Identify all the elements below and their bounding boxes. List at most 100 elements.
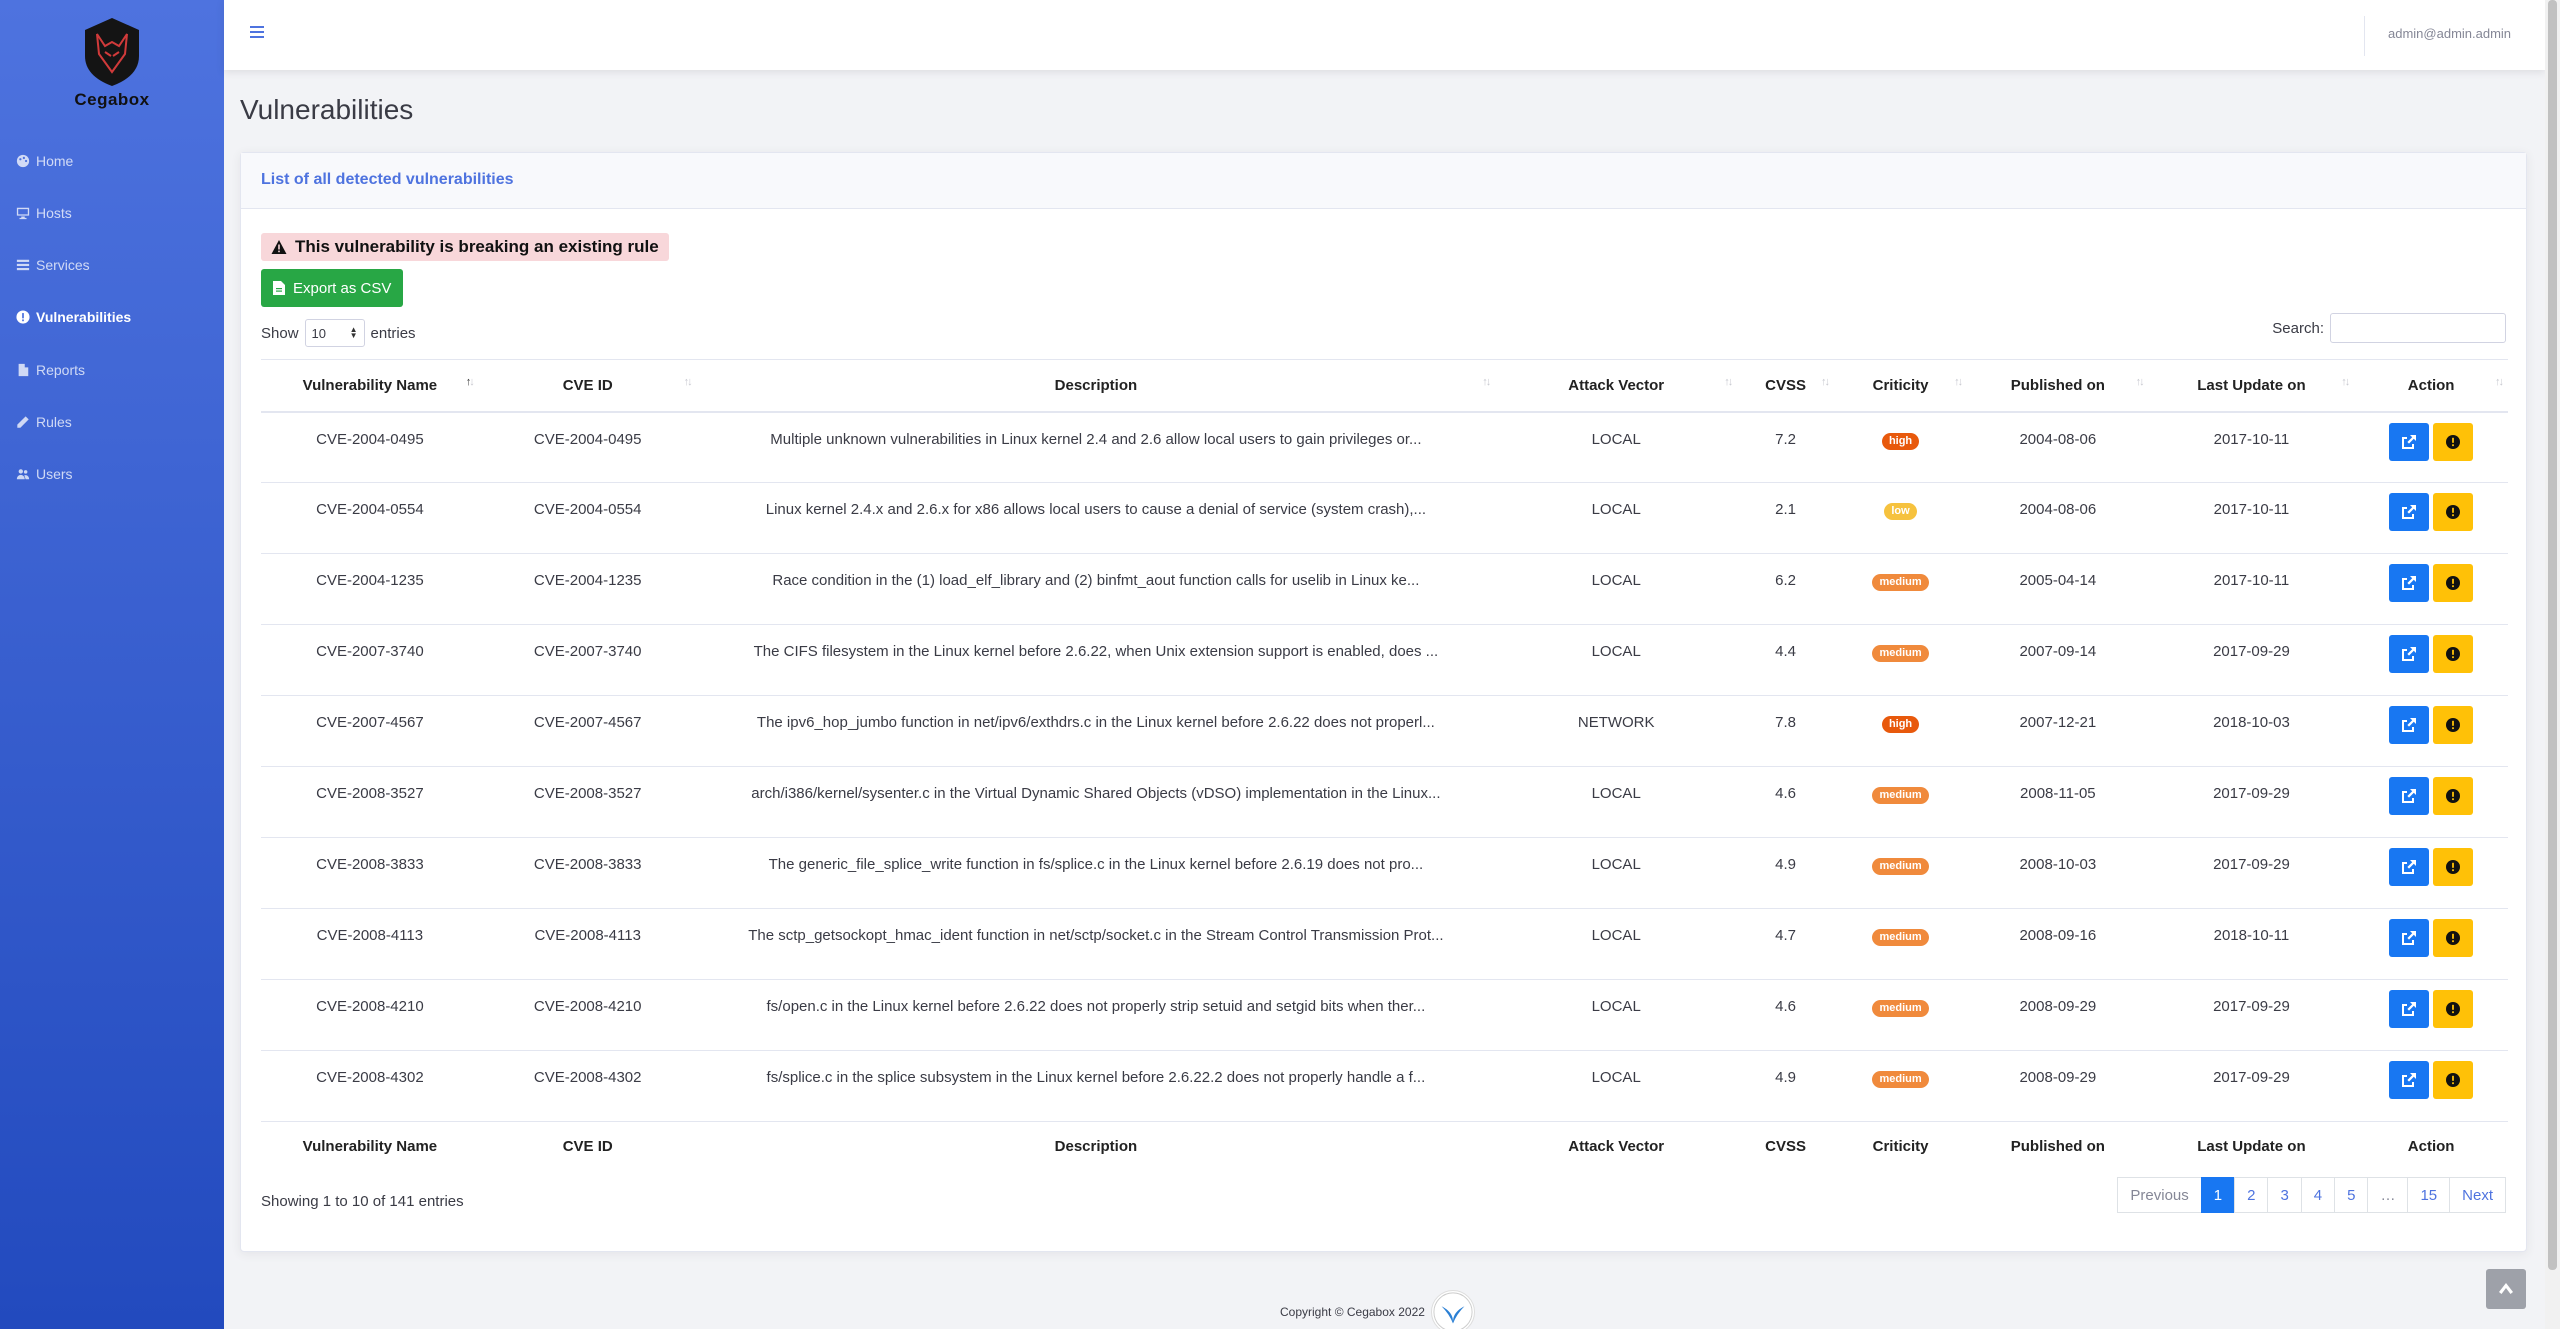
criticity-badge: medium — [1872, 858, 1929, 875]
cell-cve-id: CVE-2004-0554 — [478, 482, 697, 554]
sidebar-item-rules[interactable]: Rules — [16, 410, 72, 434]
cell-cvss: 7.8 — [1737, 695, 1834, 767]
external-link-icon — [2402, 434, 2417, 449]
cell-cvss: 7.2 — [1737, 411, 1834, 483]
cell-description: Multiple unknown vulnerabilities in Linu… — [696, 411, 1496, 483]
table-row: CVE-2007-3740 CVE-2007-3740 The CIFS files… — [261, 624, 2508, 696]
sidebar-item-users[interactable]: Users — [16, 462, 73, 486]
cell-cve-id: CVE-2008-4210 — [478, 979, 697, 1051]
table-row: CVE-2004-0495 CVE-2004-0495 Multiple unkno… — [261, 411, 2508, 483]
rule-alert-button[interactable] — [2433, 848, 2474, 886]
search-input[interactable] — [2330, 313, 2506, 343]
rule-alert-button[interactable] — [2433, 706, 2474, 744]
cell-published: 2008-11-05 — [1967, 766, 2149, 838]
column-header[interactable]: Description ↑↓ — [696, 359, 1496, 413]
criticity-badge: medium — [1872, 574, 1929, 591]
rule-alert-button[interactable] — [2433, 777, 2474, 815]
users-icon — [16, 469, 30, 480]
column-header[interactable]: CVE ID ↑↓ — [478, 359, 697, 413]
cell-description: fs/splice.c in the splice subsystem in t… — [696, 1050, 1496, 1122]
cell-cvss: 4.4 — [1737, 624, 1834, 696]
export-csv-button[interactable]: Export as CSV — [261, 269, 404, 307]
sort-icon: ↑↓ — [1482, 376, 1491, 388]
cell-criticity: high — [1834, 695, 1968, 767]
cell-criticity: low — [1834, 482, 1968, 554]
cell-published: 2004-08-06 — [1967, 411, 2149, 483]
cell-cvss: 4.9 — [1737, 1050, 1834, 1122]
palette-icon — [16, 154, 30, 168]
cell-action — [2354, 553, 2508, 625]
page-button[interactable]: 3 — [2267, 1177, 2302, 1213]
open-link-button[interactable] — [2389, 493, 2430, 531]
sidebar-item-hosts[interactable]: Hosts — [16, 201, 72, 225]
open-link-button[interactable] — [2389, 777, 2430, 815]
cell-vuln-name: CVE-2007-3740 — [261, 624, 479, 696]
cell-attack-vector: NETWORK — [1495, 695, 1738, 767]
page-button[interactable]: 4 — [2300, 1177, 2336, 1213]
open-link-button[interactable] — [2389, 848, 2430, 886]
sidebar-item-reports[interactable]: Reports — [16, 358, 85, 382]
rule-alert-button[interactable] — [2433, 564, 2474, 602]
menu-toggle-icon[interactable] — [250, 26, 264, 40]
scrollbar-thumb[interactable] — [2548, 0, 2557, 1270]
cell-published: 2007-09-14 — [1967, 624, 2149, 696]
brand[interactable]: Cegabox — [0, 16, 224, 110]
column-header[interactable]: Attack Vector ↑↓ — [1495, 359, 1738, 413]
open-link-button[interactable] — [2389, 706, 2430, 744]
page-button[interactable]: 15 — [2407, 1177, 2451, 1213]
cell-criticity: medium — [1834, 1050, 1968, 1122]
sort-icon: ↑↓ — [2341, 376, 2350, 388]
column-header[interactable]: Vulnerability Name ↑↓ — [261, 359, 479, 413]
open-link-button[interactable] — [2389, 919, 2430, 957]
next-page-button[interactable]: Next — [2449, 1177, 2506, 1213]
exclamation-circle-icon — [2446, 718, 2461, 732]
cell-published: 2008-09-29 — [1967, 1050, 2149, 1122]
cell-attack-vector: LOCAL — [1495, 482, 1738, 554]
cell-description: fs/open.c in the Linux kernel before 2.6… — [696, 979, 1496, 1051]
sidebar-item-label: Hosts — [36, 205, 72, 221]
cell-attack-vector: LOCAL — [1495, 624, 1738, 696]
criticity-badge: medium — [1872, 787, 1929, 804]
column-header[interactable]: CVSS ↑↓ — [1737, 359, 1834, 413]
entries-length-control: Show 10 ▲ ▼ entries — [261, 319, 416, 347]
rule-alert-button[interactable] — [2433, 990, 2474, 1028]
cell-vuln-name: CVE-2008-4302 — [261, 1050, 479, 1122]
alert-circle-icon — [16, 310, 30, 324]
cell-published: 2008-09-16 — [1967, 908, 2149, 980]
rule-alert-button[interactable] — [2433, 919, 2474, 957]
page-button[interactable]: 1 — [2200, 1177, 2236, 1213]
cell-action — [2354, 411, 2508, 483]
criticity-badge: medium — [1872, 1071, 1929, 1088]
rule-alert-button[interactable] — [2433, 493, 2474, 531]
column-header[interactable]: Last Update on ↑↓ — [2148, 359, 2355, 413]
previous-page-button[interactable]: Previous — [2117, 1177, 2202, 1213]
cell-last-update: 2017-09-29 — [2148, 766, 2355, 838]
cell-cve-id: CVE-2008-3833 — [478, 837, 697, 909]
table-row: CVE-2008-3833 CVE-2008-3833 The generic_fi… — [261, 837, 2508, 909]
rule-alert-button[interactable] — [2433, 422, 2474, 461]
column-header[interactable]: Published on ↑↓ — [1967, 359, 2149, 413]
open-link-button[interactable] — [2389, 1061, 2430, 1099]
column-header[interactable]: Criticity ↑↓ — [1834, 359, 1968, 413]
cell-action — [2354, 979, 2508, 1051]
user-menu[interactable]: admin@admin.admin — [2388, 26, 2511, 41]
open-link-button[interactable] — [2389, 990, 2430, 1028]
cell-attack-vector: LOCAL — [1495, 766, 1738, 838]
cell-action — [2354, 1050, 2508, 1122]
scroll-to-top-button[interactable] — [2486, 1269, 2526, 1309]
page-button[interactable]: 2 — [2234, 1177, 2269, 1213]
open-link-button[interactable] — [2389, 422, 2430, 461]
entries-select[interactable]: 10 ▲ ▼ — [304, 319, 365, 347]
open-link-button[interactable] — [2389, 635, 2430, 673]
rule-alert-button[interactable] — [2433, 1061, 2474, 1099]
column-header[interactable]: Action ↑↓ — [2354, 359, 2508, 413]
sidebar-item-vulnerabilities[interactable]: Vulnerabilities — [16, 305, 131, 329]
page-button[interactable]: 5 — [2334, 1177, 2369, 1213]
footer-column: CVSS — [1765, 1138, 1807, 1156]
sidebar-item-services[interactable]: Services — [16, 253, 90, 277]
bird-logo-icon — [1430, 1290, 1475, 1329]
table-header-row: Vulnerability Name ↑↓ CVE ID ↑↓ Descriptio… — [261, 359, 2508, 413]
rule-alert-button[interactable] — [2433, 635, 2474, 673]
open-link-button[interactable] — [2389, 564, 2430, 602]
sidebar-item-home[interactable]: Home — [16, 149, 73, 173]
